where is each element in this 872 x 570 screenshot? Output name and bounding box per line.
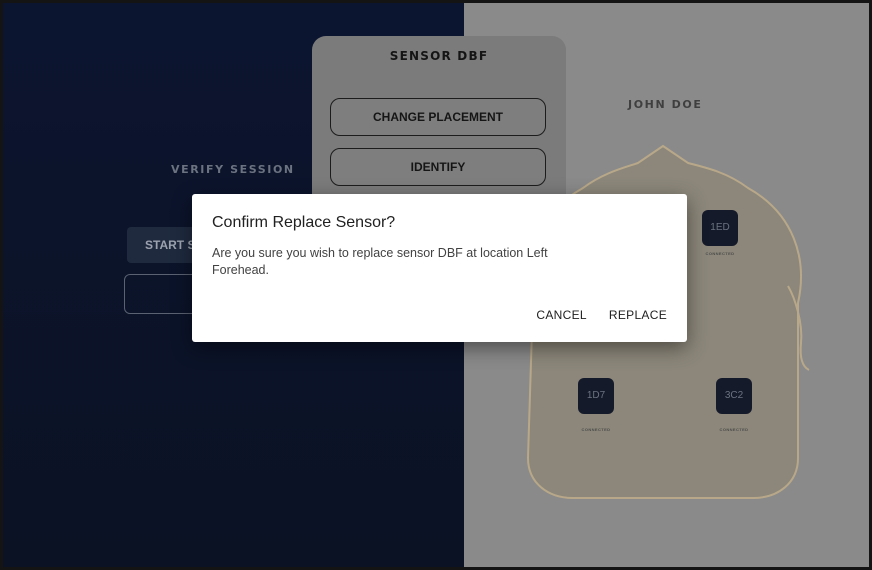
dialog-message: Are you sure you wish to replace sensor … — [212, 246, 548, 277]
sensor-3c2-status: CONNECTED — [719, 427, 749, 432]
sensor-3c2[interactable]: 3C2 — [716, 378, 752, 414]
identify-button[interactable]: IDENTIFY — [330, 148, 546, 186]
dialog-title: Confirm Replace Sensor? — [212, 214, 396, 231]
change-placement-button[interactable]: CHANGE PLACEMENT — [330, 98, 546, 136]
app-frame: VERIFY SESSION START S JOHN DOE 1ED CONN… — [0, 0, 872, 570]
sensor-menu-title: SENSOR DBF — [389, 49, 489, 63]
patient-name: JOHN DOE — [628, 98, 703, 111]
verify-session-title: VERIFY SESSION — [171, 163, 295, 176]
sensor-1ed-status: CONNECTED — [705, 251, 735, 256]
confirm-replace-dialog: Confirm Replace Sensor? Are you sure you… — [192, 194, 687, 342]
cancel-button[interactable]: CANCEL — [536, 308, 586, 322]
sensor-1ed[interactable]: 1ED — [702, 210, 738, 246]
sensor-1d7[interactable]: 1D7 — [578, 378, 614, 414]
replace-button[interactable]: REPLACE — [609, 308, 667, 322]
dialog-actions: CANCEL REPLACE — [536, 308, 667, 322]
sensor-1d7-status: CONNECTED — [581, 427, 611, 432]
